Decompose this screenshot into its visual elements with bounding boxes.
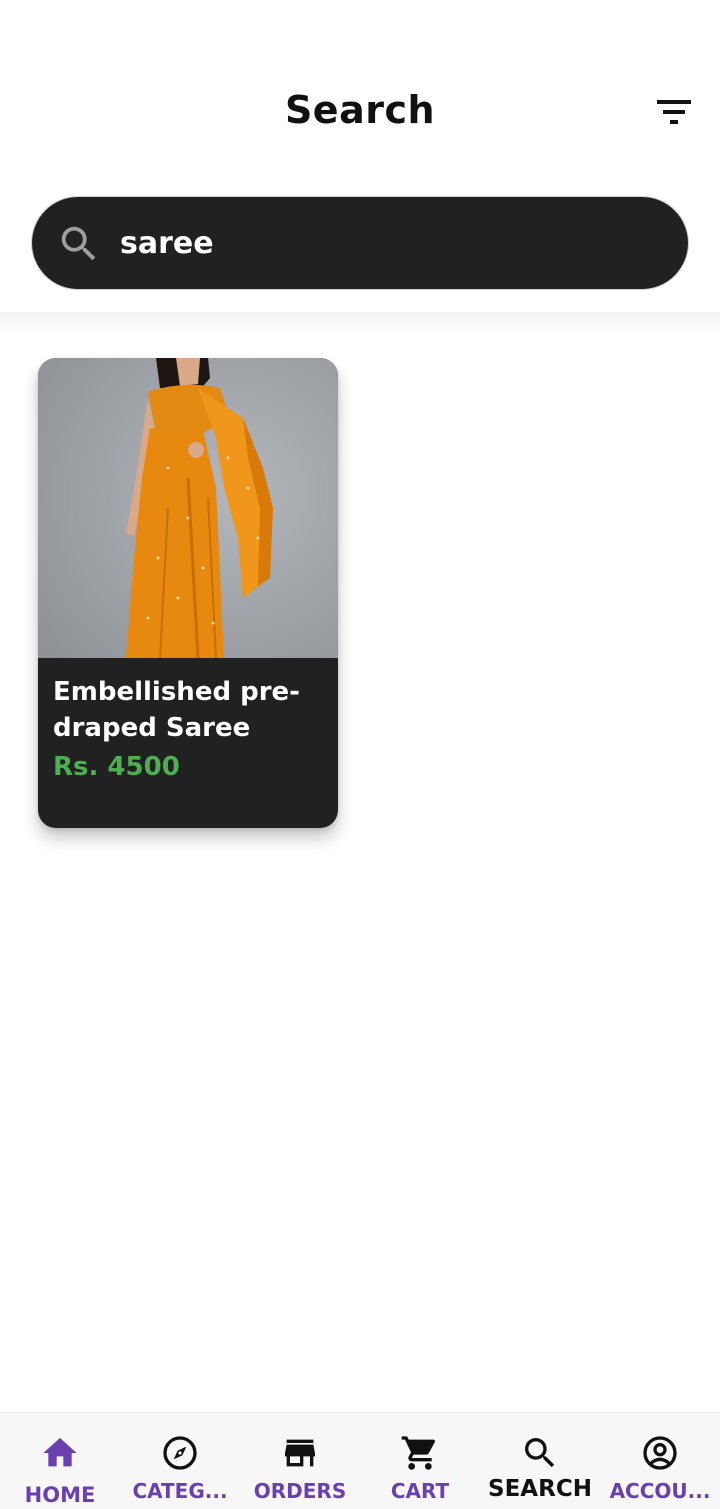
page-title: Search [284,88,436,132]
filter-button[interactable] [650,94,700,134]
bottom-navigation: HOME CATEG... ORDERS CART SEARCH ACCOU..… [0,1412,720,1509]
nav-item-categories[interactable]: CATEG... [120,1413,240,1509]
product-title: Embellished pre-draped Saree [53,677,300,743]
nav-item-cart[interactable]: CART [360,1413,480,1509]
nav-item-search[interactable]: SEARCH [480,1413,600,1509]
app-header: Search [0,0,720,180]
orange-saree-illustration [126,358,273,659]
nav-item-home[interactable]: HOME [0,1413,120,1509]
search-icon [61,226,96,261]
search-input[interactable] [120,217,660,269]
store-icon [285,1439,315,1467]
filter-list-icon [657,100,691,124]
nav-label-cart: CART [390,1479,450,1503]
home-icon [43,1438,77,1467]
nav-item-account[interactable]: ACCOU... [600,1413,720,1509]
nav-label-search: SEARCH [488,1476,592,1502]
cart-icon [401,1436,436,1470]
product-card[interactable]: Embellished pre-draped Saree Rs. 4500 [38,358,338,828]
nav-item-orders[interactable]: ORDERS [240,1413,360,1509]
nav-label-orders: ORDERS [253,1479,347,1503]
search-bar[interactable] [31,196,689,290]
search-icon [525,1438,555,1468]
results-divider [0,312,720,340]
product-image [38,358,338,659]
product-price: Rs. 4500 [53,752,180,782]
nav-label-home: HOME [24,1483,96,1507]
nav-label-categories: CATEG... [132,1479,228,1503]
nav-label-account: ACCOU... [609,1479,711,1503]
account-circle-icon [643,1436,677,1470]
compass-icon [163,1436,197,1470]
